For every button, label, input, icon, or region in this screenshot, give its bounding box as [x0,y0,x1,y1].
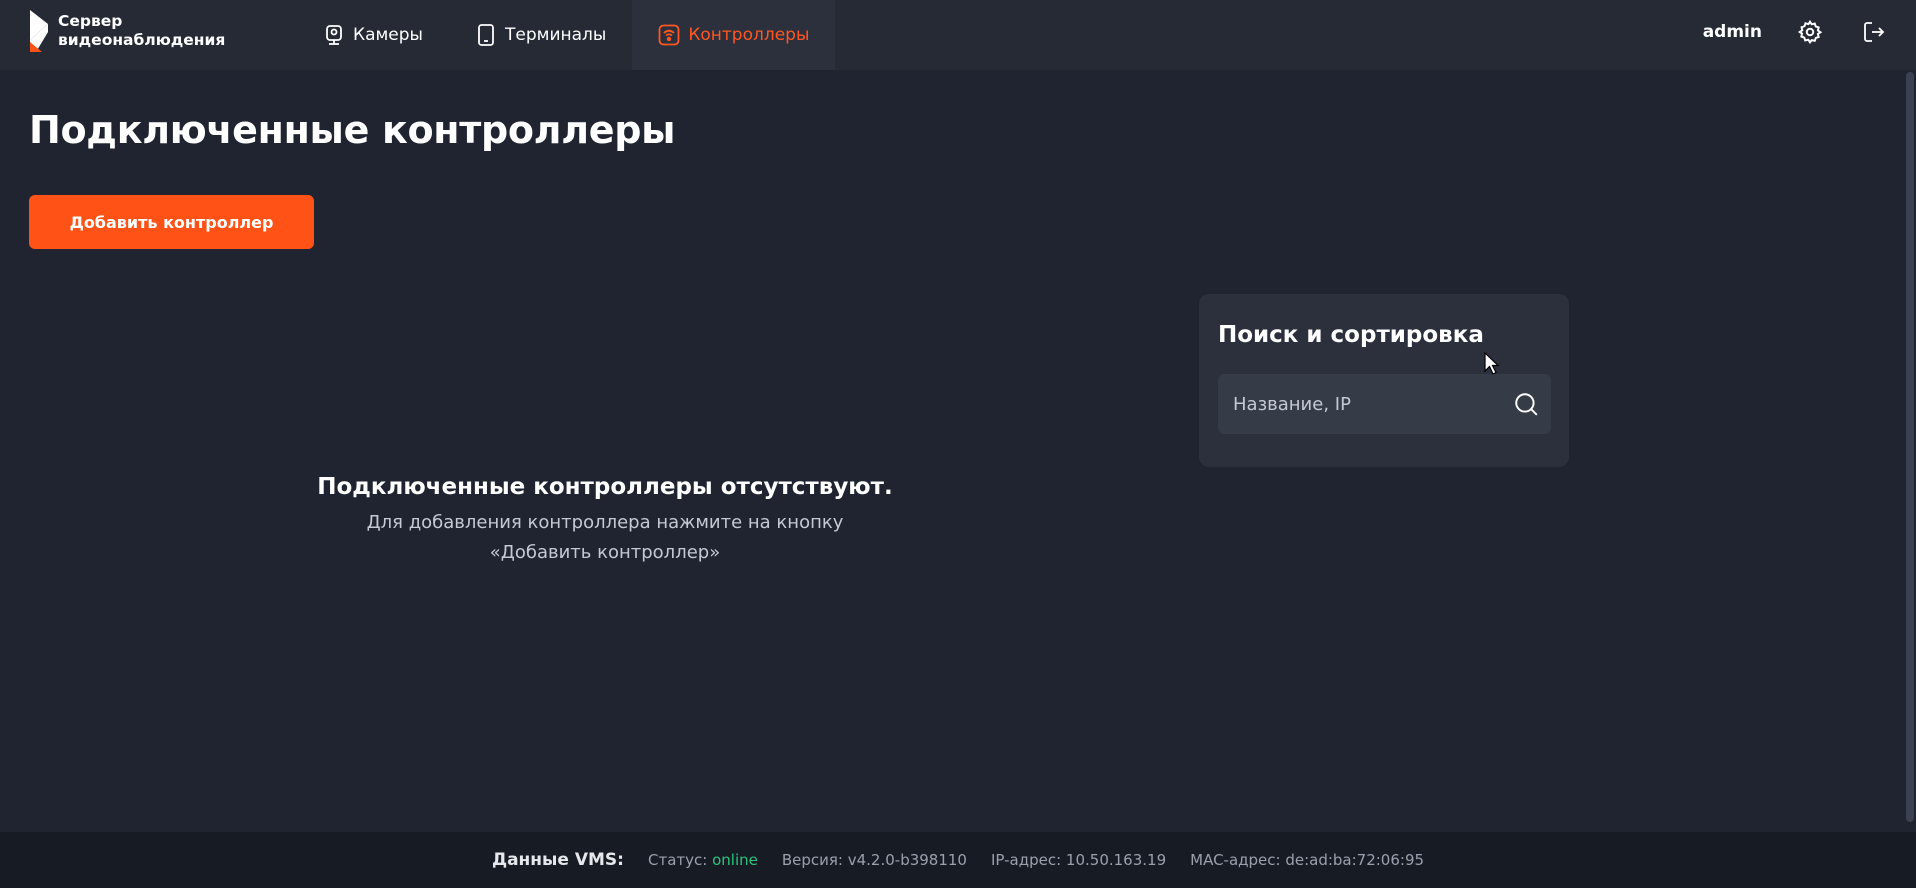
search-input[interactable] [1218,374,1498,434]
footer-mac: MAC-адрес: de:ad:ba:72:06:95 [1190,851,1425,869]
footer: Данные VMS: Статус: online Версия: v4.2.… [0,832,1916,888]
logo-mark-icon [30,10,48,52]
empty-state-hint: Для добавления контроллера нажмите на кн… [305,508,905,568]
footer-status: Статус: online [648,851,758,869]
search-box [1218,374,1551,434]
camera-icon [323,24,345,46]
status-label: Статус: [647,851,708,869]
nav-item-terminals[interactable]: Терминалы [449,0,632,70]
logout-icon[interactable] [1860,18,1888,46]
footer-label: Данные VMS: [491,850,624,870]
empty-state: Подключенные контроллеры отсутствуют. Дл… [305,474,905,568]
add-controller-button[interactable]: Добавить контроллер [29,195,314,249]
empty-state-hint-line2: «Добавить контроллер» [489,542,721,563]
top-bar: Сервер видеонаблюдения Камеры Терминалы … [0,0,1916,70]
username[interactable]: admin [1703,22,1762,42]
user-area: admin [1703,0,1888,64]
gear-icon[interactable] [1796,18,1824,46]
logo-text: Сервер видеонаблюдения [58,12,226,49]
scrollbar-thumb[interactable] [1906,72,1914,822]
status-value: online [712,851,758,869]
search-sort-panel: Поиск и сортировка [1199,294,1569,467]
nav-item-controllers[interactable]: Контроллеры [632,0,836,70]
mouse-cursor-icon [1484,352,1500,375]
search-icon[interactable] [1513,391,1539,417]
controller-icon [658,24,680,46]
main-nav: Камеры Терминалы Контроллеры [297,0,836,70]
logo[interactable]: Сервер видеонаблюдения [28,9,225,53]
scrollbar[interactable] [1904,70,1916,832]
page-title: Подключенные контроллеры [29,108,676,152]
footer-version: Версия: v4.2.0-b398110 [781,851,967,869]
empty-state-hint-line1: Для добавления контроллера нажмите на кн… [366,512,844,533]
tablet-icon [475,24,497,46]
nav-item-cameras[interactable]: Камеры [297,0,449,70]
nav-label-cameras: Камеры [353,25,423,45]
nav-label-controllers: Контроллеры [688,25,810,45]
empty-state-title: Подключенные контроллеры отсутствуют. [317,474,893,500]
search-panel-title: Поиск и сортировка [1218,322,1484,348]
nav-label-terminals: Терминалы [504,25,607,45]
footer-ip: IP-адрес: 10.50.163.19 [990,851,1167,869]
